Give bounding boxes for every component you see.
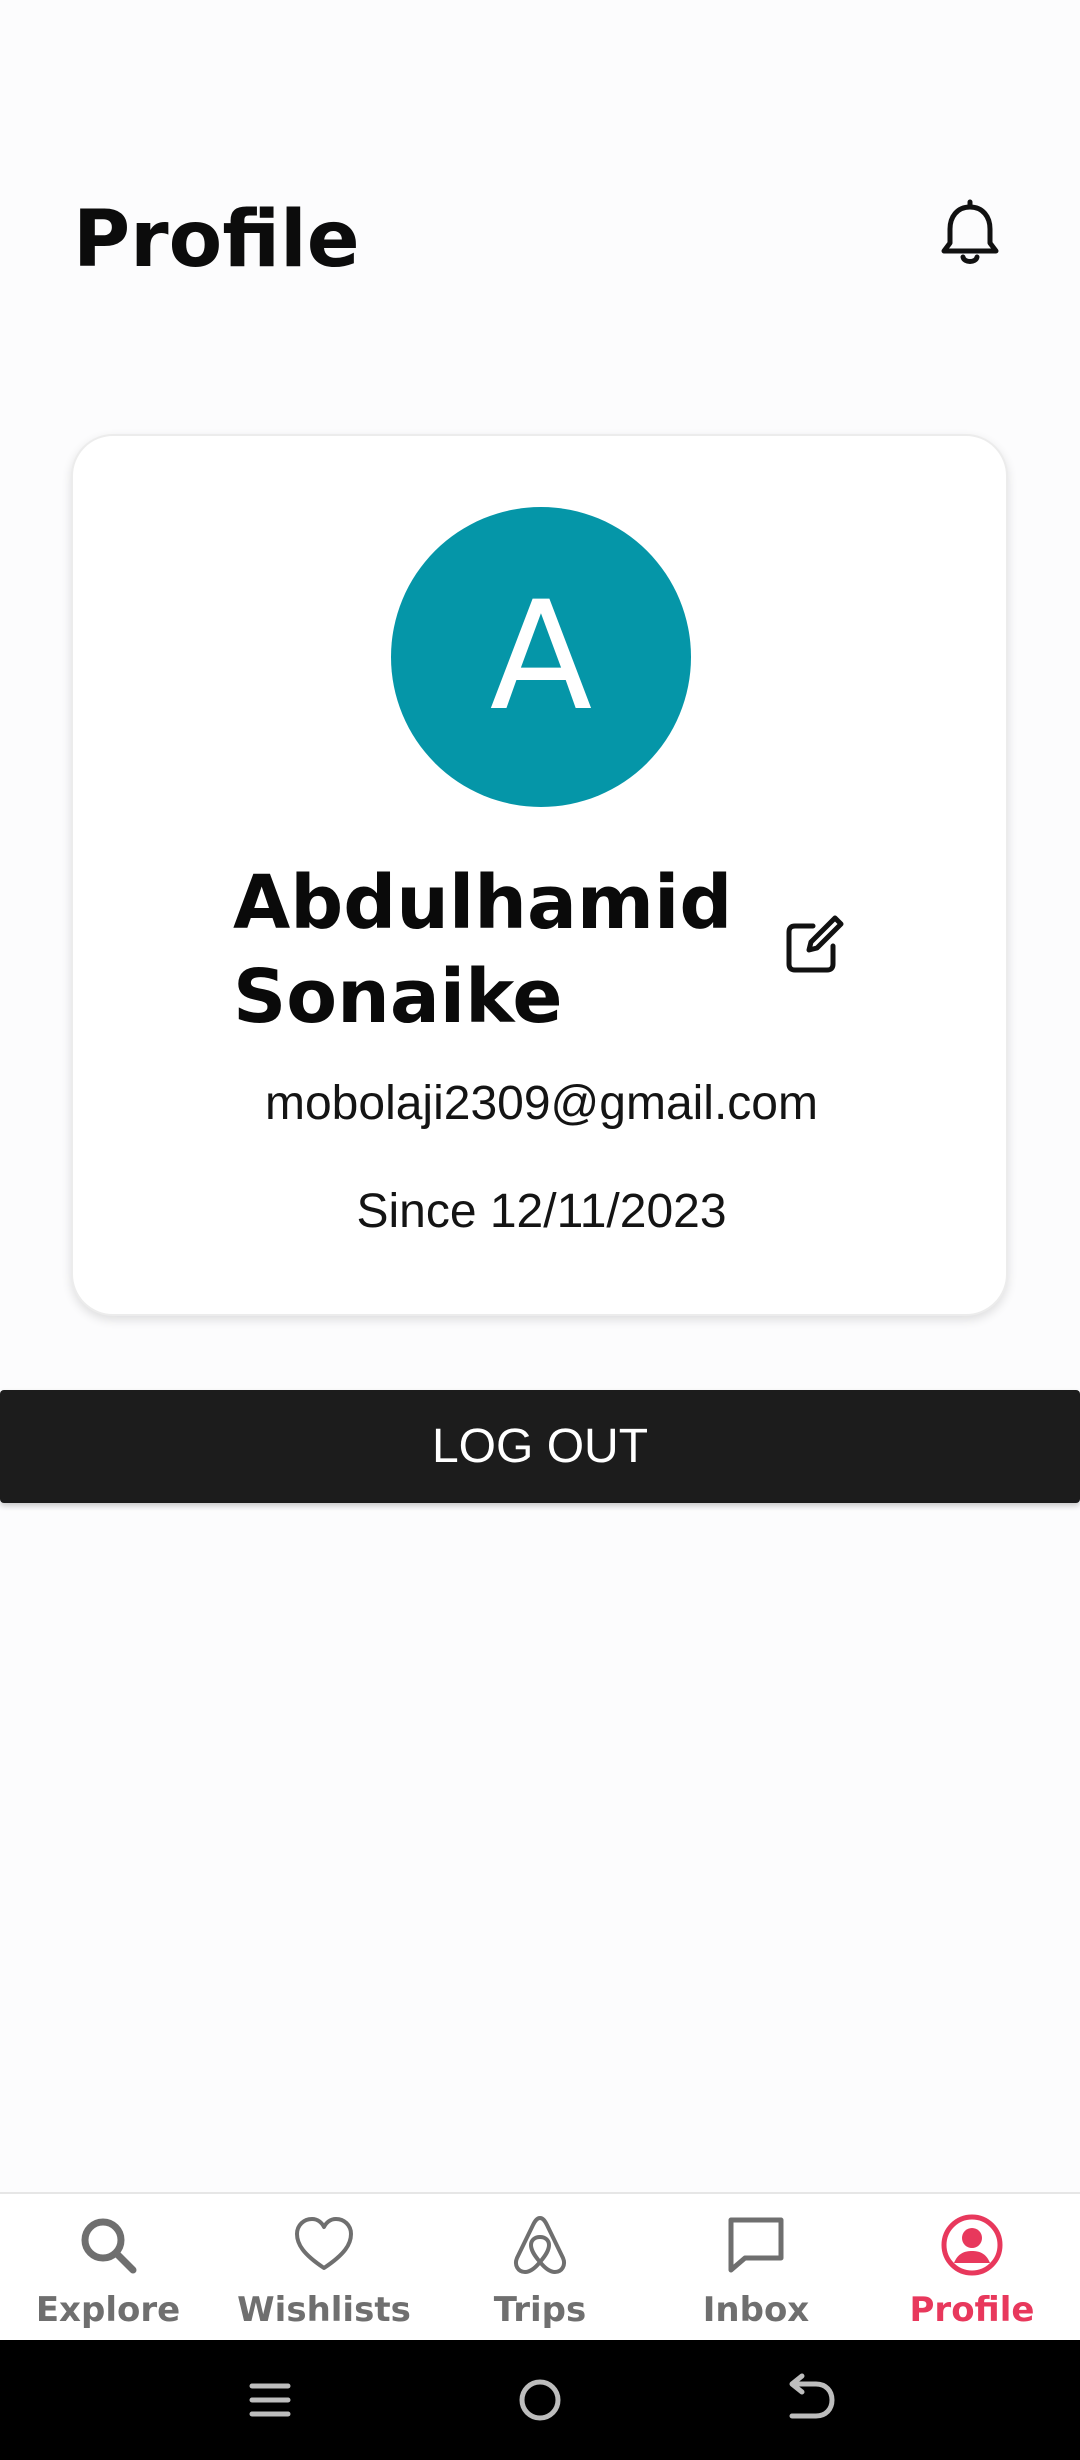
user-name: Abdulhamid Sonaike <box>233 860 733 1040</box>
home-icon[interactable] <box>510 2370 570 2430</box>
back-icon[interactable] <box>780 2370 840 2430</box>
tab-label: Wishlists <box>237 2290 411 2330</box>
tab-label: Profile <box>909 2290 1035 2330</box>
heart-icon <box>295 2217 353 2270</box>
bottom-tab-bar: Explore Wishlists Trips Inbox Profile <box>0 2192 1080 2340</box>
tab-trips[interactable]: Trips <box>432 2194 648 2342</box>
system-navigation-bar <box>0 2340 1080 2460</box>
airbnb-icon <box>514 2216 566 2274</box>
tab-inbox[interactable]: Inbox <box>648 2194 864 2342</box>
recents-icon[interactable] <box>240 2370 300 2430</box>
bell-icon[interactable] <box>930 195 1010 275</box>
message-icon <box>728 2217 784 2273</box>
search-icon <box>81 2218 137 2274</box>
tab-label: Inbox <box>702 2290 810 2330</box>
email: mobolaji2309@gmail.com <box>265 1077 818 1130</box>
member-since: Since 12/11/2023 <box>356 1185 727 1238</box>
tab-wishlists[interactable]: Wishlists <box>216 2194 432 2342</box>
user-circle-icon <box>941 2214 1003 2276</box>
edit-icon[interactable] <box>773 906 853 986</box>
tab-explore[interactable]: Explore <box>0 2194 216 2342</box>
profile-card: A Abdulhamid Sonaike mobolaji2309@gmail.… <box>71 434 1008 1316</box>
tab-label: Explore <box>35 2290 181 2330</box>
page-title: Profile <box>73 195 360 285</box>
avatar: A <box>391 507 691 807</box>
tab-label: Trips <box>493 2290 587 2330</box>
profile-screen: Profile A Abdulhamid Sonaike mobolaji230… <box>0 0 1080 2460</box>
tab-profile[interactable]: Profile <box>864 2194 1080 2342</box>
status-bar <box>0 0 1080 100</box>
logout-button[interactable]: LOG OUT <box>0 1390 1080 1503</box>
